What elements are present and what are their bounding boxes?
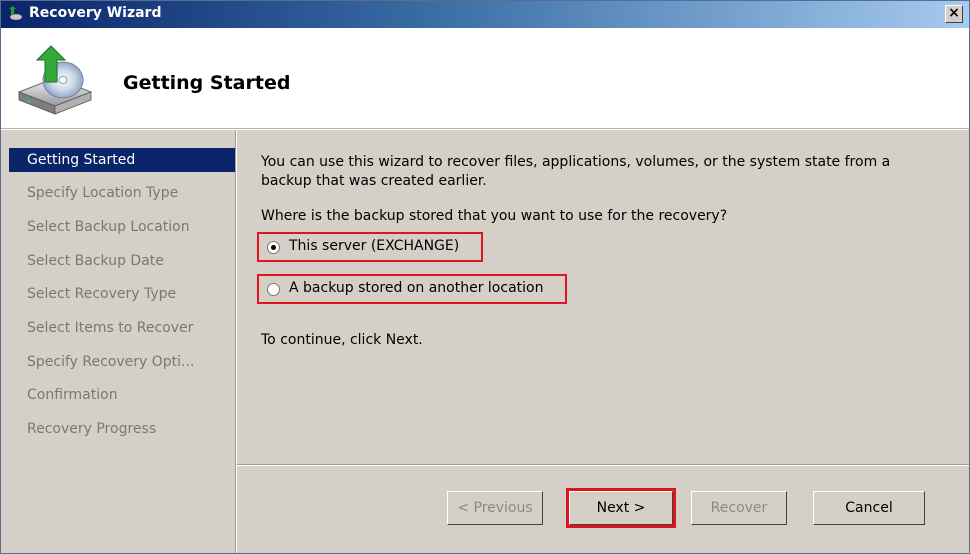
step-getting-started[interactable]: Getting Started: [9, 148, 235, 172]
step-specify-recovery-options: Specify Recovery Opti...: [27, 354, 195, 370]
close-icon: ×: [948, 5, 960, 21]
option-another-location[interactable]: A backup stored on another location: [257, 274, 567, 304]
previous-button[interactable]: < Previous: [447, 491, 543, 525]
another-location-label[interactable]: A backup stored on another location: [289, 280, 543, 296]
step-select-items-to-recover: Select Items to Recover: [27, 320, 194, 336]
cancel-button[interactable]: Cancel: [813, 491, 925, 525]
intro-text-line2: backup that was created earlier.: [261, 173, 487, 189]
next-button[interactable]: Next >: [566, 488, 676, 528]
window-title: Recovery Wizard: [29, 5, 162, 21]
wizard-content: You can use this wizard to recover files…: [237, 130, 969, 464]
step-specify-location-type: Specify Location Type: [27, 185, 179, 201]
wizard-header: Getting Started: [1, 28, 969, 129]
step-recovery-progress: Recovery Progress: [27, 421, 157, 437]
step-select-recovery-type: Select Recovery Type: [27, 286, 177, 302]
continue-instruction: To continue, click Next.: [261, 332, 423, 348]
backup-drive-icon: [17, 45, 93, 115]
another-location-radio[interactable]: [267, 283, 280, 296]
wizard-app-icon: [9, 6, 23, 21]
intro-text-line1: You can use this wizard to recover files…: [261, 154, 891, 170]
step-select-backup-location: Select Backup Location: [27, 219, 190, 235]
recover-button[interactable]: Recover: [691, 491, 787, 525]
page-title: Getting Started: [123, 72, 291, 94]
footer-divider-highlight: [237, 465, 969, 466]
title-bar: Recovery Wizard ×: [1, 1, 969, 28]
step-confirmation: Confirmation: [27, 387, 118, 403]
step-select-backup-date: Select Backup Date: [27, 253, 164, 269]
this-server-label[interactable]: This server (EXCHANGE): [289, 238, 459, 254]
recovery-wizard-window: Recovery Wizard × Getting Started Gettin: [0, 0, 970, 554]
option-this-server[interactable]: This server (EXCHANGE): [257, 232, 483, 262]
backup-location-question: Where is the backup stored that you want…: [261, 208, 728, 224]
close-button[interactable]: ×: [945, 5, 963, 23]
this-server-radio[interactable]: [267, 241, 280, 254]
radio-selected-dot: [271, 245, 276, 250]
wizard-step-list: Getting Started Specify Location Type Se…: [1, 130, 236, 553]
